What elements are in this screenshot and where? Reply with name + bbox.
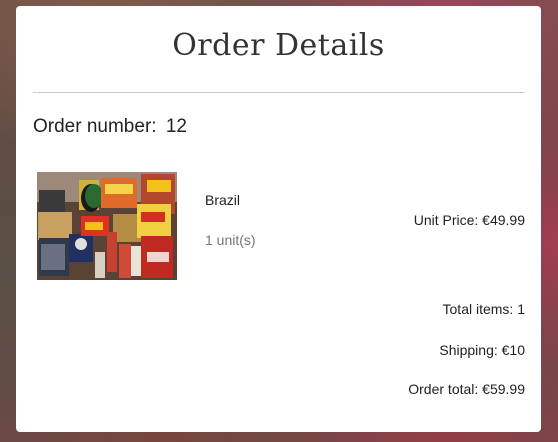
page-title: Order Details	[172, 28, 385, 63]
shipping-cost: Shipping: €10	[439, 342, 525, 358]
order-number-label: Order number:	[33, 116, 157, 137]
total-items: Total items: 1	[442, 301, 525, 317]
product-quantity: 1 unit(s)	[205, 232, 256, 248]
unit-price: Unit Price: €49.99	[413, 212, 525, 228]
title-divider	[33, 92, 525, 93]
order-total: Order total: €59.99	[408, 381, 525, 397]
product-name: Brazil	[205, 192, 241, 208]
order-details-card: Order Details Order number: 12 Brazil 1 …	[16, 6, 541, 432]
order-number-value: 12	[165, 116, 187, 137]
product-photo	[37, 172, 177, 280]
order-number: Order number: 12	[33, 116, 187, 138]
product-image	[37, 172, 177, 280]
